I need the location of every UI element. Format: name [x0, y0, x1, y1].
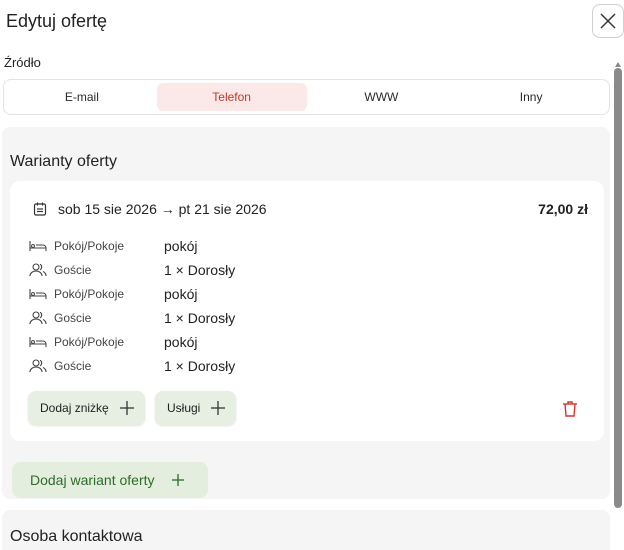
close-icon — [600, 13, 616, 29]
source-option-email[interactable]: E-mail — [7, 83, 157, 111]
detail-row: Pokój/Pokoje pokój — [28, 237, 197, 255]
source-segmented-control: E-mail Telefon WWW Inny — [3, 79, 610, 115]
scrollbar-thumb[interactable] — [614, 68, 622, 508]
bed-icon — [28, 238, 48, 254]
detail-row: Goście 1 × Dorosły — [28, 357, 235, 375]
detail-row: Pokój/Pokoje pokój — [28, 333, 197, 351]
trash-icon — [563, 401, 577, 417]
detail-value: 1 × Dorosły — [164, 262, 236, 278]
source-option-other[interactable]: Inny — [456, 83, 606, 111]
detail-value: 1 × Dorosły — [164, 310, 236, 326]
services-button[interactable]: Usługi — [155, 391, 237, 425]
scroll-up-arrow-icon[interactable] — [614, 56, 622, 67]
bed-icon — [28, 334, 48, 350]
section-title: Osoba kontaktowa — [10, 528, 143, 545]
dialog-title: Edytuj ofertę — [6, 11, 108, 31]
detail-label: Goście — [54, 311, 92, 325]
detail-row: Goście 1 × Dorosły — [28, 261, 235, 279]
date-range: sob 15 sie 2026 → pt 21 sie 2026 — [58, 201, 267, 217]
bed-icon — [28, 286, 48, 302]
detail-label: Pokój/Pokoje — [54, 287, 125, 301]
guests-icon — [28, 358, 48, 374]
offer-variants-section: Warianty oferty sob 15 sie 2026 → pt 21 … — [2, 127, 610, 499]
date-range-row: sob 15 sie 2026 → pt 21 sie 2026 — [32, 201, 267, 217]
guests-icon — [28, 262, 48, 278]
detail-value: pokój — [164, 238, 198, 254]
contact-person-section: Osoba kontaktowa — [2, 510, 610, 550]
guests-icon — [28, 310, 48, 326]
source-option-phone[interactable]: Telefon — [156, 83, 307, 111]
detail-label: Goście — [54, 359, 92, 373]
add-offer-variant-label: Dodaj wariant oferty — [30, 472, 155, 488]
plus-icon — [171, 474, 184, 486]
source-label: Źródło — [4, 55, 41, 70]
dialog-scroll-area: Warianty oferty sob 15 sie 2026 → pt 21 … — [0, 120, 612, 550]
add-offer-variant-button[interactable]: Dodaj wariant oferty — [12, 462, 208, 498]
detail-label: Pokój/Pokoje — [54, 239, 125, 253]
detail-value: pokój — [164, 286, 198, 302]
detail-row: Pokój/Pokoje pokój — [28, 285, 197, 303]
calendar-icon — [33, 202, 47, 216]
plus-icon — [119, 401, 134, 415]
variant-price: 72,00 zł — [538, 201, 588, 217]
delete-variant-button[interactable] — [558, 397, 582, 421]
detail-row: Goście 1 × Dorosły — [28, 309, 235, 327]
section-title: Warianty oferty — [10, 153, 117, 170]
variant-card: sob 15 sie 2026 → pt 21 sie 2026 72,00 z… — [10, 181, 604, 441]
close-button[interactable] — [592, 4, 624, 38]
detail-label: Goście — [54, 263, 92, 277]
add-discount-button[interactable]: Dodaj zniżkę — [28, 391, 145, 425]
detail-value: pokój — [164, 334, 198, 350]
add-discount-label: Dodaj zniżkę — [40, 401, 109, 415]
detail-value: 1 × Dorosły — [164, 358, 236, 374]
services-label: Usługi — [167, 401, 201, 415]
detail-label: Pokój/Pokoje — [54, 335, 125, 349]
plus-icon — [211, 401, 226, 415]
source-option-www[interactable]: WWW — [307, 83, 457, 111]
